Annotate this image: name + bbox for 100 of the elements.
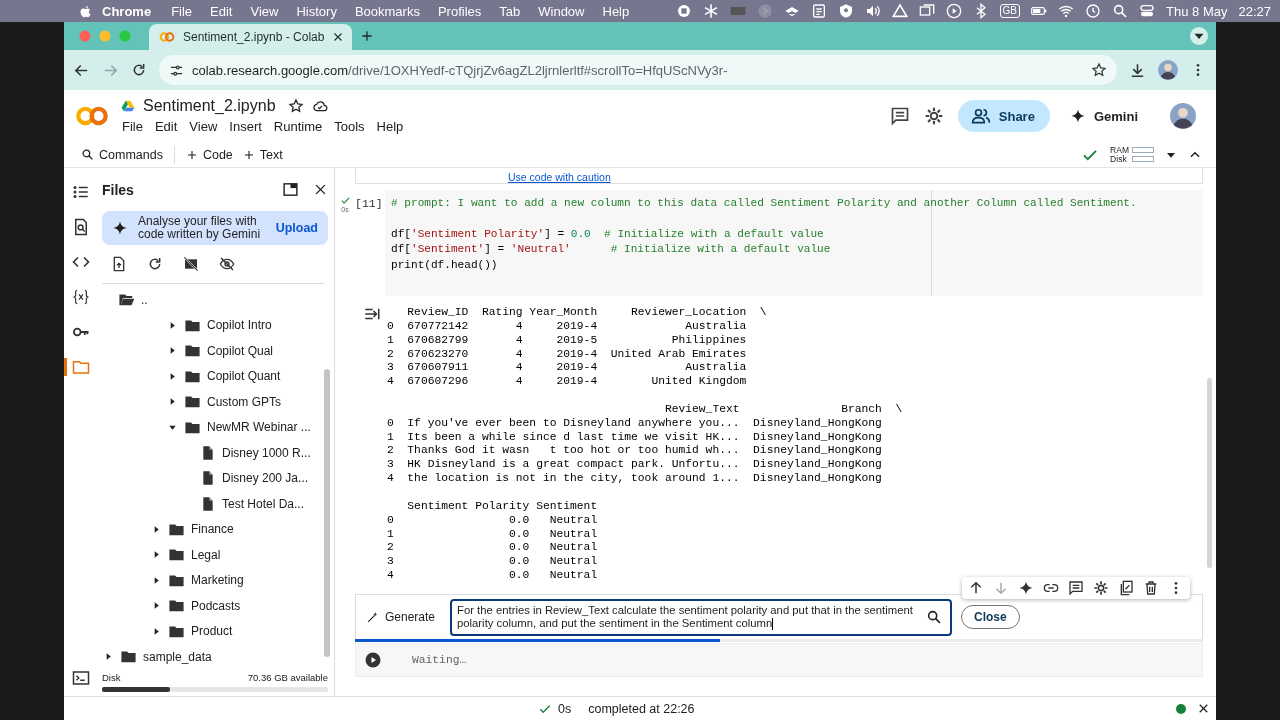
share-button[interactable]: Share bbox=[957, 100, 1050, 132]
menu-item[interactable]: History bbox=[287, 3, 346, 19]
commands-button[interactable]: Commands bbox=[76, 145, 168, 164]
visibility-off-icon[interactable] bbox=[219, 256, 235, 273]
success-check-icon bbox=[339, 195, 351, 206]
run-cell-icon[interactable] bbox=[364, 651, 382, 669]
avatar[interactable] bbox=[1158, 60, 1178, 80]
folder-row[interactable]: Podcasts bbox=[98, 593, 334, 619]
menu-item[interactable]: Help bbox=[593, 3, 639, 19]
speaker-icon[interactable] bbox=[864, 3, 881, 19]
menu-item[interactable]: View bbox=[184, 118, 223, 135]
comment-icon[interactable] bbox=[1068, 580, 1084, 596]
menu-item[interactable]: View bbox=[241, 3, 288, 19]
triangle-icon[interactable] bbox=[891, 3, 908, 19]
menu-item[interactable]: Window bbox=[529, 3, 594, 19]
comment-icon[interactable] bbox=[889, 106, 910, 126]
avatar[interactable] bbox=[1170, 103, 1196, 129]
menu-item[interactable]: Edit bbox=[149, 118, 183, 135]
output-line: 2 670623270 4 2019-4 United Arab Emirates bbox=[387, 347, 748, 362]
play-icon[interactable] bbox=[945, 3, 962, 19]
prompt-field[interactable]: For the entries in Review_Text calculate the sentiment polarity and put that in the sentiment polarity column, and put the sentiment in the Sentiment column bbox=[450, 598, 952, 636]
sparkle-icon[interactable] bbox=[1018, 580, 1034, 596]
upload-file-icon[interactable] bbox=[111, 256, 127, 273]
star-icon[interactable] bbox=[287, 98, 304, 114]
tab-search-icon[interactable] bbox=[1190, 27, 1208, 45]
move-up-icon[interactable] bbox=[968, 580, 984, 596]
code-editor[interactable] bbox=[385, 190, 1203, 296]
site-settings-icon[interactable] bbox=[169, 62, 184, 78]
plus-icon bbox=[242, 148, 255, 161]
file-row[interactable]: Disney 1000 R... bbox=[98, 440, 334, 466]
input-source-indicator[interactable]: GB bbox=[999, 4, 1021, 18]
menu-item[interactable]: Bookmarks bbox=[345, 3, 429, 19]
asterisk-icon[interactable] bbox=[702, 3, 719, 19]
apple-logo-icon[interactable] bbox=[78, 3, 93, 19]
table-of-contents-icon[interactable] bbox=[72, 183, 90, 201]
settings-icon[interactable] bbox=[1093, 580, 1109, 596]
settings-icon[interactable] bbox=[923, 106, 944, 126]
wifi-icon[interactable] bbox=[1058, 3, 1075, 19]
menu-item[interactable]: Insert bbox=[224, 118, 267, 135]
terminal-icon[interactable] bbox=[72, 669, 90, 687]
clock-icon[interactable] bbox=[1085, 3, 1102, 19]
document-search-icon[interactable] bbox=[72, 218, 90, 236]
download-icon[interactable] bbox=[1129, 61, 1146, 79]
generate-button[interactable]: Generate bbox=[366, 610, 450, 624]
menu-item[interactable]: Tools bbox=[329, 118, 370, 135]
file-row[interactable]: Disney 200 Ja... bbox=[98, 465, 334, 492]
notebook-title[interactable]: Sentiment_2.ipynb bbox=[143, 97, 276, 115]
upload-link[interactable]: Upload bbox=[275, 221, 318, 236]
bookmark-star-icon[interactable] bbox=[1091, 62, 1107, 78]
folder-row[interactable]: NewMR Webinar ... bbox=[98, 414, 334, 441]
menu-item[interactable]: Tab bbox=[490, 3, 530, 19]
plus-icon bbox=[185, 148, 198, 161]
clipboard-icon[interactable] bbox=[810, 3, 827, 19]
file-row[interactable]: Test Hotel Da... bbox=[98, 491, 334, 517]
scrollbar[interactable] bbox=[1207, 378, 1212, 568]
folder-row[interactable]: Copilot Qual bbox=[98, 338, 334, 364]
close-icon[interactable] bbox=[1197, 702, 1210, 715]
new-tab-icon[interactable] bbox=[360, 29, 375, 43]
gemini-button[interactable]: Gemini bbox=[1069, 108, 1138, 124]
mirror-cell-icon[interactable] bbox=[1118, 580, 1134, 596]
output-line: 1 0.0 Neutral bbox=[387, 527, 599, 542]
search-icon[interactable] bbox=[926, 609, 942, 625]
folder-row[interactable]: Product bbox=[98, 618, 334, 645]
scrollbar[interactable] bbox=[324, 369, 330, 658]
folder-row[interactable]: Custom GPTs bbox=[98, 389, 334, 415]
drive-off-icon[interactable] bbox=[183, 256, 199, 273]
menu-item[interactable]: Runtime bbox=[268, 118, 328, 135]
folder-icon[interactable] bbox=[72, 358, 90, 376]
reload-icon[interactable] bbox=[131, 62, 147, 78]
menu-item[interactable]: File bbox=[117, 118, 148, 135]
menu-item[interactable]: Profiles bbox=[428, 3, 491, 19]
resource-meter[interactable]: RAM Disk bbox=[1110, 145, 1154, 164]
app-menu[interactable]: Chrome bbox=[93, 3, 163, 19]
windows-icon[interactable] bbox=[918, 3, 935, 19]
code-caution-link[interactable]: Use code with caution bbox=[508, 171, 611, 183]
shield-icon[interactable] bbox=[837, 3, 854, 19]
add-code-button[interactable]: Code bbox=[180, 145, 238, 164]
close-tab-icon[interactable] bbox=[332, 31, 345, 43]
parent-folder-row[interactable]: .. bbox=[98, 287, 334, 313]
add-text-button[interactable]: Text bbox=[237, 145, 288, 164]
folder-row[interactable]: sample_data bbox=[98, 644, 334, 670]
braces-icon[interactable] bbox=[72, 288, 90, 306]
folder-row[interactable]: Copilot Quant bbox=[98, 363, 334, 390]
menu-item[interactable]: Help bbox=[371, 118, 409, 135]
menu-item[interactable]: File bbox=[162, 3, 202, 19]
record-icon[interactable] bbox=[675, 3, 692, 19]
folder-row[interactable]: Legal bbox=[98, 542, 334, 568]
folder-row[interactable]: Marketing bbox=[98, 567, 334, 594]
delete-icon[interactable] bbox=[1143, 580, 1159, 596]
open-in-window-icon[interactable] bbox=[282, 181, 299, 199]
control-center-icon[interactable] bbox=[1139, 3, 1156, 19]
menu-item[interactable]: Edit bbox=[201, 3, 242, 19]
address-bar[interactable]: colab.research.google.com/drive/1OXHYedf-cTQjrjZv6agZL2ljrnlerltf#scrollTo=HfqUScNVy3r- bbox=[159, 55, 1117, 85]
folder-row[interactable]: Finance bbox=[98, 516, 334, 543]
cell-status: Waiting… bbox=[412, 654, 467, 666]
browser-tab[interactable]: Sentiment_2.ipynb - Colab bbox=[149, 24, 353, 50]
cloud-saved-icon[interactable] bbox=[311, 98, 328, 114]
disk-label: Disk bbox=[102, 671, 121, 683]
code-line: # prompt: I want to add a new column to this data called Sentiment Polarity and another Column called Sentiment. bbox=[391, 196, 1138, 211]
folder-row[interactable]: Copilot Intro bbox=[98, 312, 334, 339]
